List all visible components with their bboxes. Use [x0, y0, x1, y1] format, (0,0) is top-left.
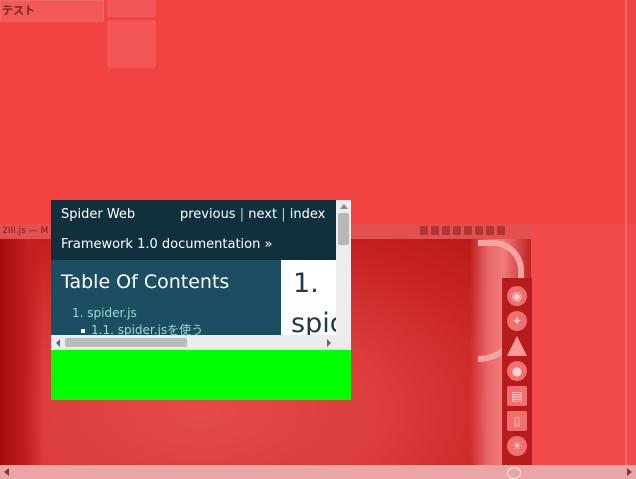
- scroll-thumb[interactable]: [338, 213, 349, 245]
- bottom-scrollbar[interactable]: [0, 465, 636, 479]
- settings-sun-icon[interactable]: ☀: [507, 436, 527, 456]
- doc-body: 1. spid: [281, 260, 336, 335]
- toolbar-icon[interactable]: [442, 226, 450, 235]
- scroll-right-icon[interactable]: [327, 339, 331, 347]
- toc-subitem[interactable]: 1.1. spider.jsを使う: [81, 321, 203, 335]
- documentation-popup: Spider Web previous | next | index Frame…: [51, 200, 351, 400]
- toolbar-icon[interactable]: [464, 226, 472, 235]
- toolbar-icon[interactable]: [431, 226, 439, 235]
- vlc-cone-icon[interactable]: [507, 336, 527, 356]
- doc-sidebar: Table Of Contents 1. spider.js 1.1. spid…: [51, 260, 281, 335]
- scroll-left-icon[interactable]: [4, 468, 9, 476]
- background-window-title: 2III.js — M: [2, 226, 49, 236]
- toolbar-icon[interactable]: [475, 226, 483, 235]
- toolbar-icon[interactable]: [486, 226, 494, 235]
- wallpaper-shadow: [0, 238, 44, 468]
- toc-item[interactable]: 1. spider.js: [72, 306, 137, 320]
- toc-subitem-label: 1.1. spider.jsを使う: [91, 323, 204, 335]
- right-divider: [625, 0, 627, 479]
- top-panel-block: [107, 20, 156, 68]
- toolbar-icon[interactable]: [497, 226, 505, 235]
- scroll-knob[interactable]: [507, 467, 521, 479]
- toolbar-icon[interactable]: [453, 226, 461, 235]
- dock: ◉ ✦ ● ▤ ▯ ☀: [502, 278, 532, 476]
- nav-separator: |: [277, 207, 290, 222]
- toc-title: Table Of Contents: [61, 271, 230, 293]
- nav-separator: |: [235, 207, 249, 222]
- section-heading-text: spid: [291, 308, 336, 335]
- brand-link[interactable]: Spider Web: [61, 207, 135, 222]
- nav-links: previous | next | index: [180, 207, 325, 222]
- toolbar-icon[interactable]: [420, 226, 428, 235]
- browser-icon[interactable]: ◉: [507, 286, 527, 306]
- previous-link[interactable]: previous: [180, 207, 236, 222]
- section-heading-number: 1.: [293, 268, 319, 299]
- doc-viewport[interactable]: Spider Web previous | next | index Frame…: [51, 200, 336, 335]
- index-link[interactable]: index: [290, 207, 326, 222]
- right-panel: [531, 224, 636, 468]
- top-block: [107, 0, 156, 17]
- background-window-toolbar: [420, 226, 505, 235]
- next-link[interactable]: next: [248, 207, 277, 222]
- scroll-right-icon[interactable]: [627, 468, 632, 476]
- doc-related-bar: Spider Web previous | next | index Frame…: [51, 200, 336, 260]
- disc-icon[interactable]: ●: [507, 361, 527, 381]
- scroll-left-icon[interactable]: [56, 339, 60, 347]
- green-area: [51, 350, 351, 400]
- document-icon[interactable]: ▯: [507, 411, 527, 431]
- popup-vertical-scrollbar[interactable]: [336, 200, 351, 335]
- scroll-up-icon[interactable]: [340, 204, 348, 209]
- bullet-icon: [81, 328, 85, 333]
- popup-horizontal-scrollbar[interactable]: [51, 335, 351, 350]
- top-tab[interactable]: テスト: [0, 0, 104, 22]
- trash-icon[interactable]: ▤: [507, 386, 527, 406]
- documentation-link[interactable]: Framework 1.0 documentation »: [61, 237, 272, 252]
- scroll-thumb[interactable]: [65, 338, 187, 347]
- chat-icon[interactable]: ✦: [507, 311, 527, 331]
